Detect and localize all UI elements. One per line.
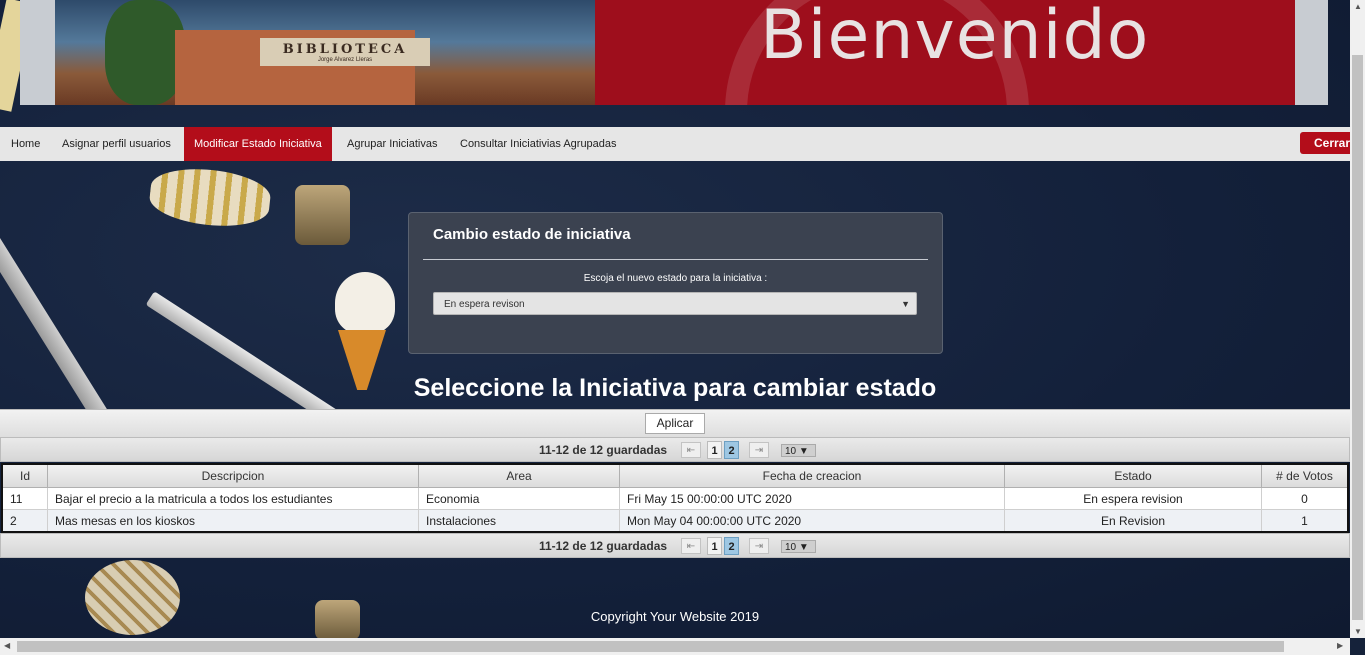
state-change-panel: Cambio estado de iniciativa Escoja el nu…	[408, 212, 943, 354]
tape-roll-decoration	[147, 163, 273, 232]
pencil-decoration	[145, 291, 339, 425]
library-sign: BIBLIOTECA Jorge Alvarez Lleras	[260, 38, 430, 66]
state-select-label: Escoja el nuevo estado para la iniciativ…	[583, 273, 768, 284]
first-page-icon[interactable]: ⇤	[681, 442, 701, 458]
library-sign-sub: Jorge Alvarez Lleras	[317, 56, 373, 63]
column-header-estado[interactable]: Estado	[1004, 463, 1262, 488]
divider	[423, 259, 928, 260]
apply-button[interactable]: Aplicar	[645, 413, 705, 434]
paginator-top: 11-12 de 12 guardadas ⇤ 1 2 ⇥ 10 ▼	[0, 437, 1350, 462]
page-count: 11-12 de 12 guardadas	[539, 443, 668, 457]
table-row[interactable]: 11 Bajar el precio a la matricula a todo…	[1, 487, 1349, 510]
dropdown-arrow-icon: ▼	[901, 299, 910, 309]
scroll-right-icon[interactable]: ▶	[1337, 641, 1343, 650]
rows-per-page-select[interactable]: 10 ▼	[781, 540, 816, 553]
tree-decoration	[105, 0, 185, 105]
column-header-area[interactable]: Area	[418, 463, 620, 488]
horizontal-scroll-thumb[interactable]	[17, 641, 1284, 652]
welcome-panel: Bienvenido	[595, 0, 1295, 105]
library-photo: BIBLIOTECA Jorge Alvarez Lleras	[55, 0, 595, 105]
footer-copyright: Copyright Your Website 2019	[590, 609, 760, 624]
nav-item-modificar-estado[interactable]: Modificar Estado Iniciativa	[184, 127, 332, 161]
first-page-icon[interactable]: ⇤	[681, 538, 701, 554]
rows-per-page-value: 10	[785, 542, 797, 553]
page-link-current[interactable]: 2	[724, 537, 739, 555]
page-link-current[interactable]: 2	[724, 441, 739, 459]
nav-item-asignar-perfil[interactable]: Asignar perfil usuarios	[52, 127, 181, 161]
cell-descripcion: Bajar el precio a la matricula a todos l…	[47, 487, 419, 510]
cell-descripcion: Mas mesas en los kioskos	[47, 509, 419, 533]
state-select[interactable]: En espera revison ▼	[433, 292, 917, 315]
state-select-value: En espera revison	[444, 299, 525, 310]
library-sign-main: BIBLIOTECA	[282, 41, 408, 57]
nav-item-consultar[interactable]: Consultar Iniciativias Agrupadas	[450, 127, 627, 161]
column-header-fecha[interactable]: Fecha de creacion	[619, 463, 1005, 488]
column-header-descripcion[interactable]: Descripcion	[47, 463, 419, 488]
cell-estado: En espera revision	[1004, 487, 1262, 510]
column-header-id[interactable]: Id	[1, 463, 48, 488]
table-row[interactable]: 2 Mas mesas en los kioskos Instalaciones…	[1, 509, 1349, 533]
nav-item-home[interactable]: Home	[1, 127, 50, 161]
rows-per-page-select[interactable]: 10 ▼	[781, 444, 816, 457]
scroll-up-icon[interactable]: ▲	[1354, 2, 1362, 11]
cell-id: 11	[1, 487, 48, 510]
table-header-row: Id Descripcion Area Fecha de creacion Es…	[1, 463, 1349, 488]
cell-votos: 0	[1261, 487, 1349, 510]
paginator-bottom: 11-12 de 12 guardadas ⇤ 1 2 ⇥ 10 ▼	[0, 533, 1350, 558]
page-link[interactable]: 1	[707, 537, 722, 555]
cell-estado: En Revision	[1004, 509, 1262, 533]
binder-clip-decoration	[295, 185, 350, 245]
scroll-left-icon[interactable]: ◀	[4, 641, 10, 650]
column-header-votos[interactable]: # de Votos	[1261, 463, 1349, 488]
rows-per-page-value: 10	[785, 446, 797, 457]
page-count: 11-12 de 12 guardadas	[539, 539, 668, 553]
apply-bar: Aplicar	[0, 409, 1350, 437]
cell-votos: 1	[1261, 509, 1349, 533]
last-page-icon[interactable]: ⇥	[749, 538, 769, 554]
vertical-scroll-thumb[interactable]	[1352, 55, 1363, 620]
nav-item-agrupar[interactable]: Agrupar Iniciativas	[337, 127, 448, 161]
ice-cream-decoration	[335, 272, 395, 334]
main-nav: Home Asignar perfil usuarios Modificar E…	[0, 127, 1365, 161]
cell-area: Instalaciones	[418, 509, 620, 533]
scroll-down-icon[interactable]: ▼	[1354, 627, 1362, 636]
welcome-title: Bienvenido	[760, 0, 1150, 75]
initiatives-table: Id Descripcion Area Fecha de creacion Es…	[1, 463, 1349, 533]
last-page-icon[interactable]: ⇥	[749, 442, 769, 458]
cell-fecha: Fri May 15 00:00:00 UTC 2020	[619, 487, 1005, 510]
cell-id: 2	[1, 509, 48, 533]
page-heading: Seleccione la Iniciativa para cambiar es…	[413, 374, 937, 402]
cell-area: Economia	[418, 487, 620, 510]
panel-title: Cambio estado de iniciativa	[433, 226, 631, 243]
cell-fecha: Mon May 04 00:00:00 UTC 2020	[619, 509, 1005, 533]
page-link[interactable]: 1	[707, 441, 722, 459]
